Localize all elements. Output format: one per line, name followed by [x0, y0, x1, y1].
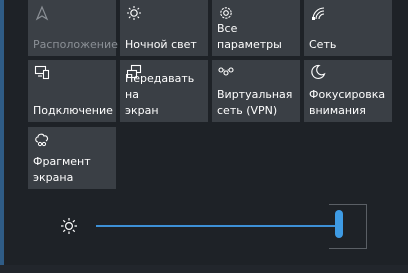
connect-icon: [34, 65, 50, 80]
tile-vpn[interactable]: Виртуальная сеть (VPN): [212, 60, 300, 122]
location-icon: [35, 5, 49, 21]
tile-all-settings[interactable]: Все параметры: [212, 0, 300, 56]
screen-snip-icon: [35, 133, 49, 147]
tile-label: Передавать на экран: [125, 72, 195, 117]
tile-label: Все параметры: [217, 22, 282, 51]
tile-focus-assist[interactable]: Фокусировка внимания: [304, 60, 392, 122]
brightness-slider-track[interactable]: [96, 225, 341, 227]
tile-label: Ночной свет: [125, 38, 197, 51]
tile-project[interactable]: Передавать на экран: [120, 60, 208, 122]
action-center-panel: Расположение Ночной свет Все параметры С…: [0, 0, 408, 273]
vpn-icon: [218, 67, 234, 76]
network-icon: [312, 7, 325, 20]
tile-label: Подключение: [33, 104, 113, 117]
tile-network[interactable]: Сеть: [304, 0, 392, 56]
tile-connect[interactable]: Подключение: [28, 60, 116, 122]
focus-assist-icon: [311, 64, 326, 80]
tile-label: Сеть: [309, 38, 337, 51]
tile-label: Фокусировка внимания: [309, 88, 386, 117]
tile-night-light[interactable]: Ночной свет: [120, 0, 208, 56]
tile-screen-snip[interactable]: Фрагмент экрана: [28, 127, 116, 189]
tile-label: Виртуальная сеть (VPN): [217, 88, 293, 117]
brightness-slider-thumb[interactable]: [335, 210, 343, 238]
brightness-icon: [61, 218, 77, 234]
brightness-slider-area: [0, 204, 408, 254]
tile-label: Расположение: [33, 38, 118, 51]
gear-icon: [220, 7, 232, 19]
tile-location[interactable]: Расположение: [28, 0, 118, 56]
night-light-icon: [127, 6, 141, 20]
panel-bottom-edge: [0, 265, 408, 273]
tile-label: Фрагмент экрана: [33, 155, 91, 184]
